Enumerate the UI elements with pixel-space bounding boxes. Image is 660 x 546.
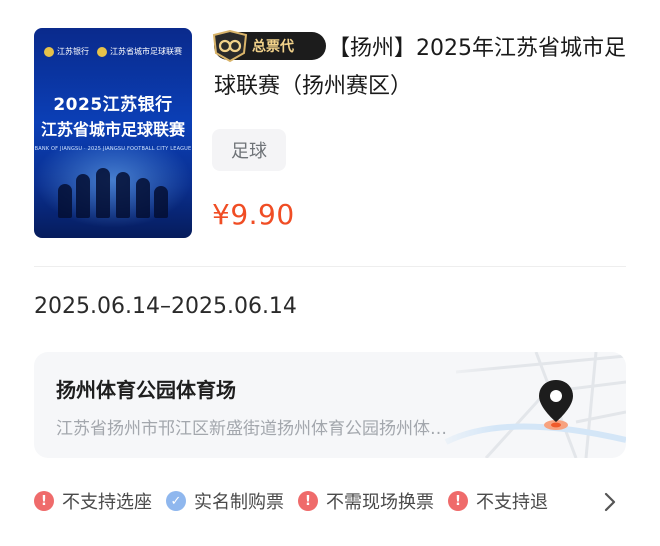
league-logo-icon — [97, 46, 107, 57]
agent-badge-label: 总票代 — [252, 39, 294, 55]
check-icon: ✓ — [166, 491, 186, 511]
bank-logo: 江苏银行 — [44, 46, 89, 57]
venue-card[interactable]: 扬州体育公园体育场 江苏省扬州市邗江区新盛街道扬州体育公园扬州体… — [34, 352, 626, 458]
map-thumbnail — [426, 352, 626, 458]
policy-label: 不支持退 — [476, 492, 548, 513]
chevron-right-icon[interactable] — [600, 490, 620, 514]
event-poster-image[interactable]: 江苏银行 江苏省城市足球联赛 2025江苏银行 江苏省城市足球联赛 BANK O… — [34, 28, 192, 238]
policy-item: ! 不需现场换票 — [298, 488, 434, 514]
poster-logo-row: 江苏银行 江苏省城市足球联赛 — [44, 46, 182, 57]
ticket-policies[interactable]: ! 不支持选座 ✓ 实名制购票 ! 不需现场换票 ! 不支持退 — [34, 486, 614, 516]
price-value: ¥9.90 — [212, 198, 295, 231]
location-pin-icon[interactable] — [536, 378, 576, 432]
league-logo: 江苏省城市足球联赛 — [97, 46, 182, 57]
league-logo-text: 江苏省城市足球联赛 — [110, 47, 182, 56]
policy-item: ! 不支持选座 — [34, 488, 152, 514]
poster-subtitle: BANK OF JIANGSU · 2025 JIANGSU FOOTBALL … — [34, 146, 192, 152]
bank-logo-text: 江苏银行 — [57, 47, 89, 56]
policy-item: ! 不支持退 — [448, 488, 548, 514]
poster-title-line2: 江苏省城市足球联赛 — [40, 120, 185, 139]
category-tag: 足球 — [212, 129, 286, 171]
venue-address: 江苏省扬州市邗江区新盛街道扬州体育公园扬州体… — [56, 419, 447, 439]
policy-label: 实名制购票 — [194, 492, 284, 513]
medal-icon — [212, 29, 248, 63]
policy-item: ✓ 实名制购票 — [166, 488, 284, 514]
venue-name: 扬州体育公园体育场 — [56, 378, 236, 402]
section-divider — [34, 266, 626, 267]
bank-logo-icon — [44, 46, 54, 57]
policy-label: 不需现场换票 — [326, 492, 434, 513]
warning-icon: ! — [34, 491, 54, 511]
poster-players-silhouette — [54, 162, 172, 218]
warning-icon: ! — [298, 491, 318, 511]
event-date-range: 2025.06.14–2025.06.14 — [34, 294, 297, 319]
warning-icon: ! — [448, 491, 468, 511]
ticket-detail-card: 江苏银行 江苏省城市足球联赛 2025江苏银行 江苏省城市足球联赛 BANK O… — [0, 0, 660, 546]
poster-title-line1: 2025江苏银行 — [53, 95, 173, 115]
policy-label: 不支持选座 — [62, 492, 152, 513]
